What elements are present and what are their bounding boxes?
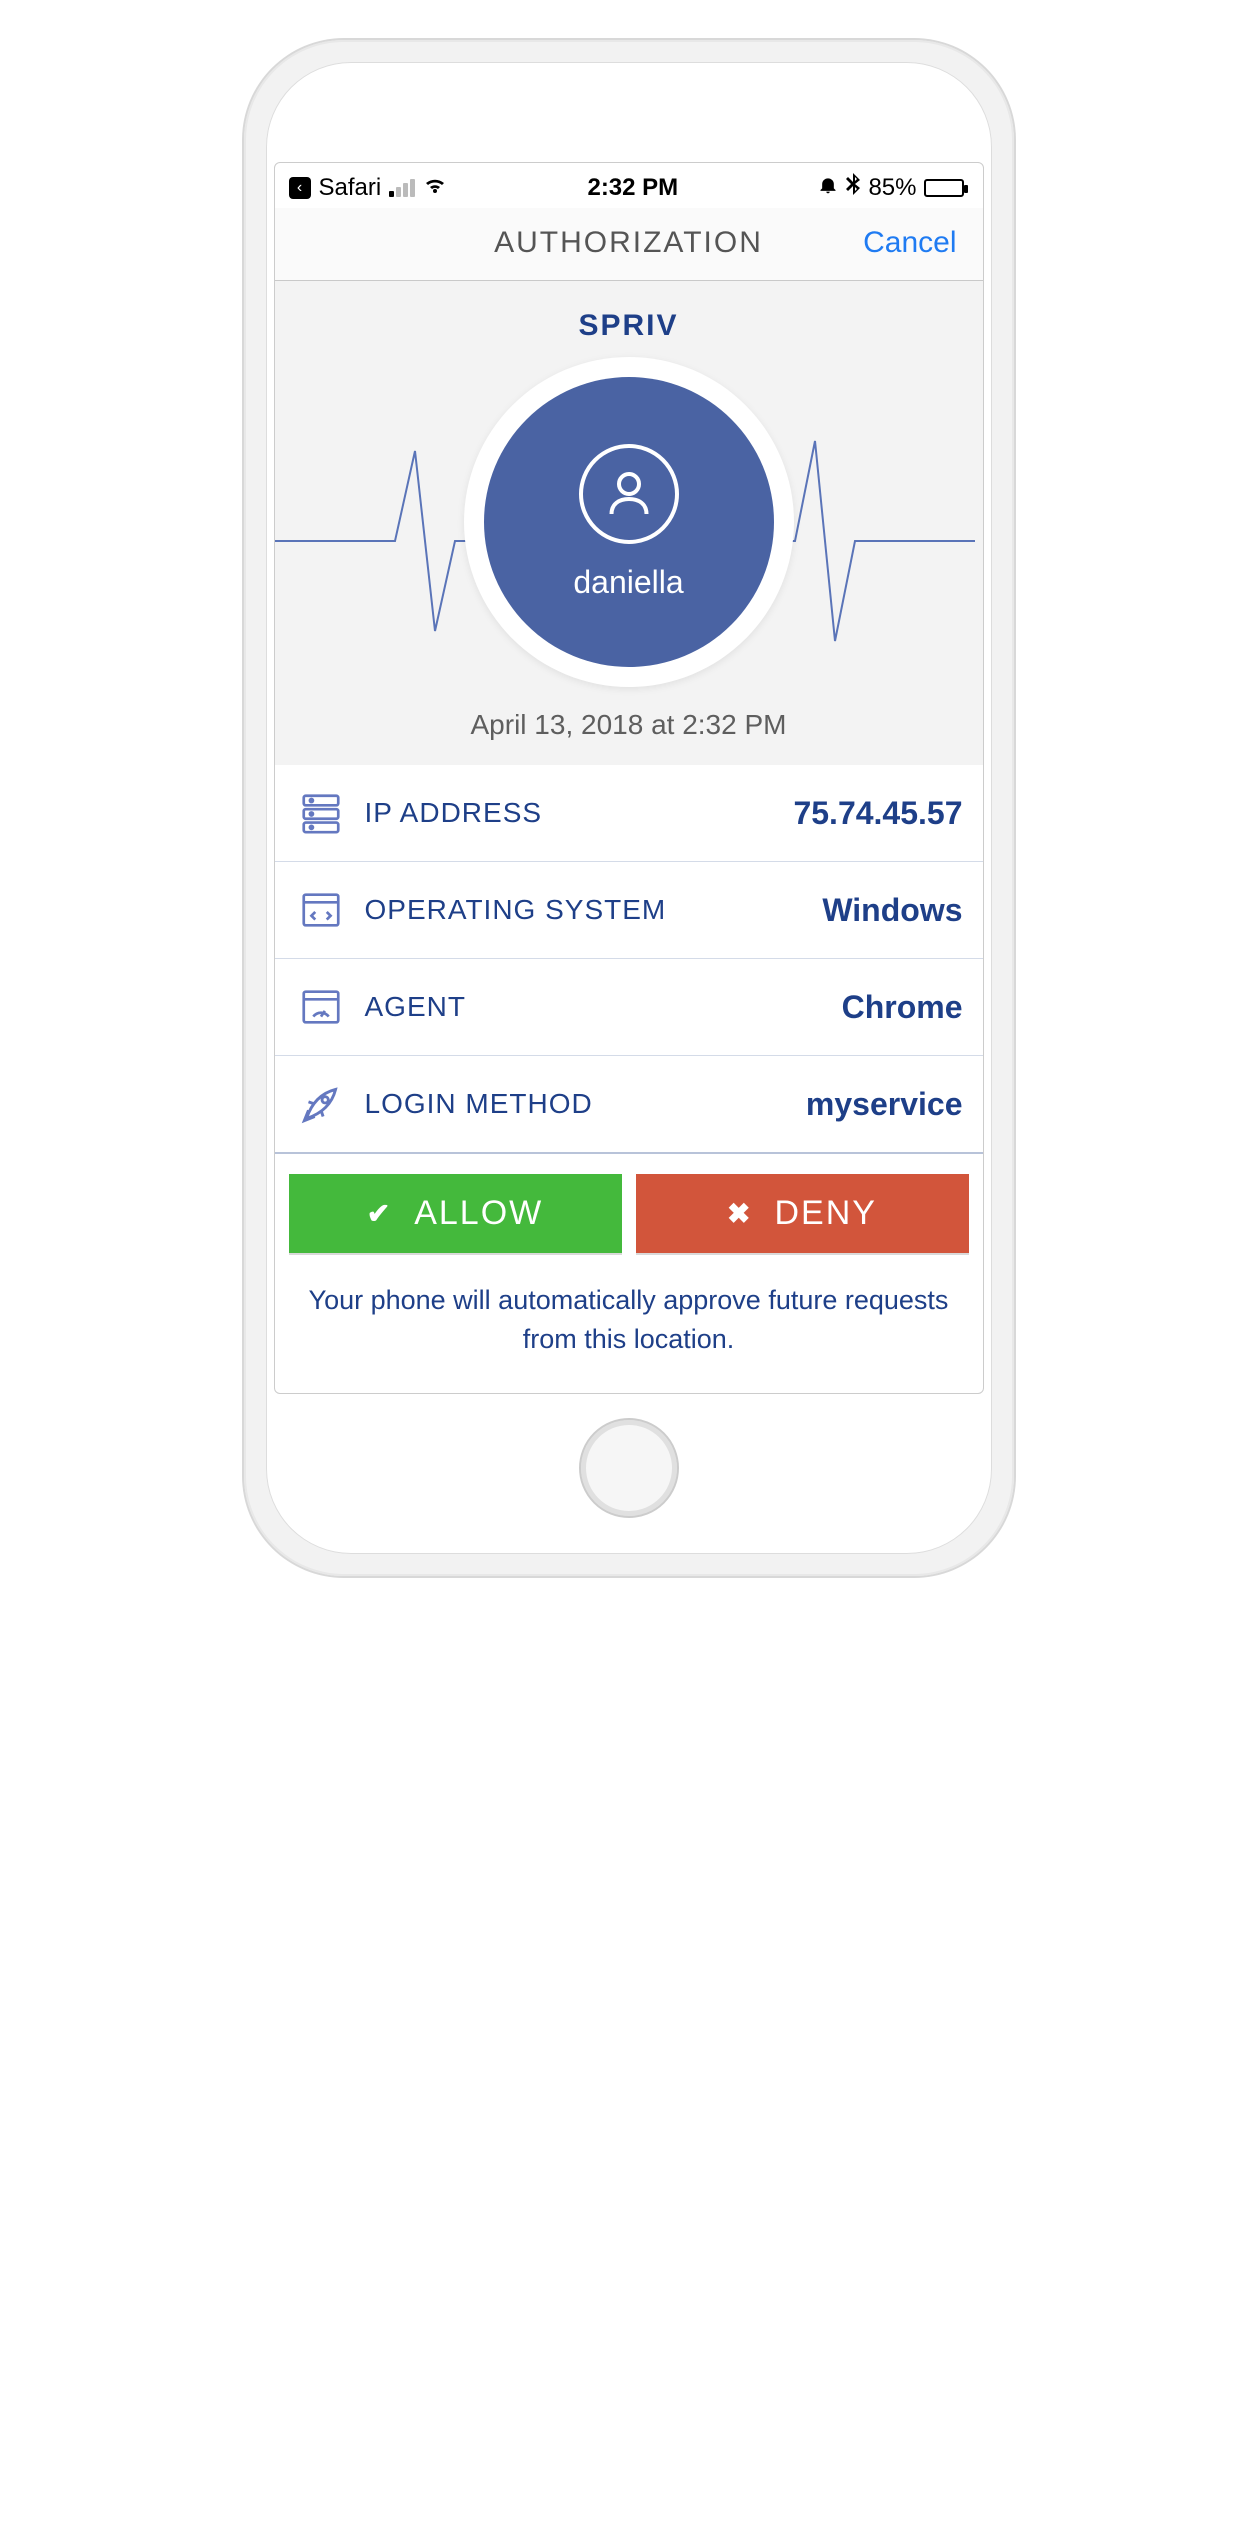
os-label: OPERATING SYSTEM	[365, 894, 805, 926]
home-button[interactable]	[579, 1418, 679, 1518]
os-value: Windows	[822, 892, 962, 929]
ip-label: IP ADDRESS	[365, 797, 776, 829]
avatar-container: daniella	[464, 357, 794, 687]
back-to-app-icon[interactable]: ‹	[289, 177, 311, 199]
status-bar: ‹ Safari 2:32 PM	[275, 163, 983, 208]
back-to-app-label[interactable]: Safari	[319, 174, 382, 202]
alarm-icon	[818, 174, 838, 202]
phone-frame: ‹ Safari 2:32 PM	[244, 40, 1014, 1576]
bluetooth-icon	[846, 173, 860, 202]
allow-button[interactable]: ✔ ALLOW	[289, 1174, 622, 1253]
row-ip: IP ADDRESS 75.74.45.57	[275, 765, 983, 862]
username: daniella	[573, 564, 683, 601]
phone-inner: ‹ Safari 2:32 PM	[266, 62, 992, 1554]
details-list: IP ADDRESS 75.74.45.57 OPERATING SYSTEM …	[275, 765, 983, 1154]
server-icon	[295, 787, 347, 839]
ip-value: 75.74.45.57	[793, 795, 962, 832]
screen: ‹ Safari 2:32 PM	[274, 162, 984, 1394]
status-time: 2:32 PM	[587, 174, 678, 202]
agent-label: AGENT	[365, 991, 824, 1023]
status-right: 85%	[818, 173, 964, 202]
agent-value: Chrome	[842, 989, 963, 1026]
code-window-icon	[295, 884, 347, 936]
status-left: ‹ Safari	[289, 174, 448, 202]
login-method-label: LOGIN METHOD	[365, 1088, 788, 1120]
close-icon: ✖	[727, 1197, 752, 1230]
login-method-value: myservice	[806, 1086, 963, 1123]
deny-label: DENY	[775, 1194, 877, 1233]
brand-label: SPRIV	[275, 309, 983, 343]
gauge-icon	[295, 981, 347, 1033]
row-login-method: LOGIN METHOD myservice	[275, 1056, 983, 1154]
wifi-icon	[423, 174, 447, 202]
battery-percent: 85%	[868, 174, 916, 202]
cancel-button[interactable]: Cancel	[863, 226, 956, 260]
deny-button[interactable]: ✖ DENY	[636, 1174, 969, 1253]
nav-bar: AUTHORIZATION Cancel	[275, 208, 983, 281]
battery-icon	[924, 179, 964, 197]
hero: SPRIV daniella April 13, 2018 at 2:32 PM	[275, 281, 983, 765]
avatar: daniella	[484, 377, 774, 667]
user-icon	[579, 444, 679, 544]
request-timestamp: April 13, 2018 at 2:32 PM	[275, 709, 983, 741]
allow-label: ALLOW	[414, 1194, 543, 1233]
check-icon: ✔	[367, 1197, 392, 1230]
rocket-icon	[295, 1078, 347, 1130]
row-agent: AGENT Chrome	[275, 959, 983, 1056]
action-buttons: ✔ ALLOW ✖ DENY	[275, 1154, 983, 1263]
cell-signal-icon	[389, 179, 415, 197]
footer-note: Your phone will automatically approve fu…	[275, 1263, 983, 1393]
row-os: OPERATING SYSTEM Windows	[275, 862, 983, 959]
